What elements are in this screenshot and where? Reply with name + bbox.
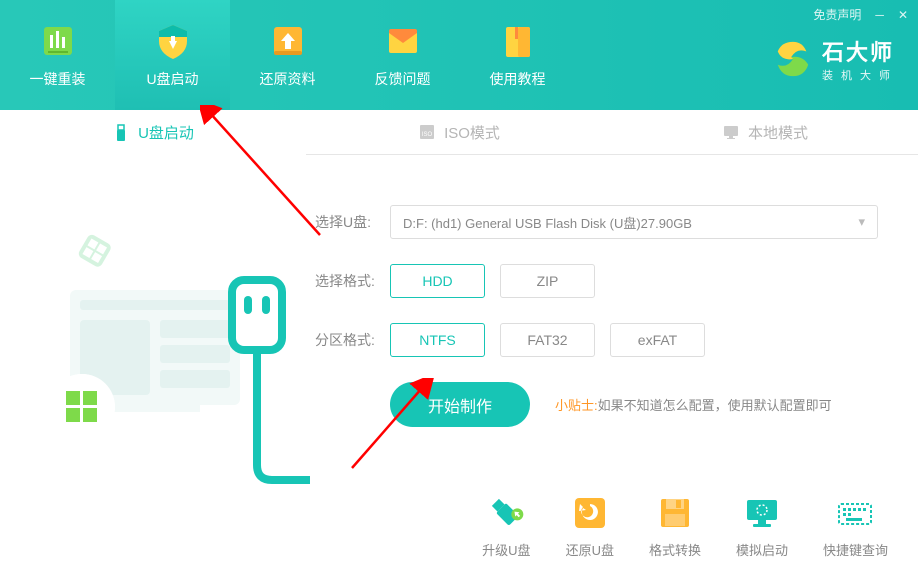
form: 选择U盘: D:F: (hd1) General USB Flash Disk … [310,185,918,485]
tool-label: 还原U盘 [566,540,614,559]
tool-label: 快捷键查询 [823,540,888,559]
close-button[interactable]: ✕ [898,8,908,22]
usb-icon [112,124,130,142]
usb-select[interactable]: D:F: (hd1) General USB Flash Disk (U盘)27… [390,205,878,239]
restore-icon [571,494,609,532]
tab-local[interactable]: 本地模式 [612,110,918,155]
upload-box-icon [268,21,308,61]
bottom-tools: 升级U盘 还原U盘 格式转换 模拟启动 快捷键查询 [482,494,888,559]
shield-icon [153,21,193,61]
partition-ntfs[interactable]: NTFS [390,323,485,357]
iso-icon: ISO [418,123,436,141]
minimize-button[interactable]: ─ [875,8,884,22]
keyboard-icon [836,494,874,532]
nav-label: 反馈问题 [375,69,431,89]
tool-restore-usb[interactable]: 还原U盘 [566,494,614,559]
sub-tabs: U盘启动 ISO ISO模式 本地模式 [0,110,918,155]
monitor-icon [722,123,740,141]
chart-icon [38,21,78,61]
book-icon [498,21,538,61]
usb-select-value: D:F: (hd1) General USB Flash Disk (U盘)27… [403,213,692,232]
tool-label: 升级U盘 [482,540,530,559]
chevron-down-icon: ▾ [858,214,865,230]
window-controls: 免责声明 ─ ✕ [813,6,908,23]
usb-upgrade-icon [487,494,525,532]
format-zip[interactable]: ZIP [500,264,595,298]
tool-label: 模拟启动 [736,540,788,559]
logo-icon [774,40,812,78]
tool-convert[interactable]: 格式转换 [649,494,701,559]
tab-label: U盘启动 [138,122,194,143]
format-hdd[interactable]: HDD [390,264,485,298]
tab-usb-boot[interactable]: U盘启动 [0,110,306,155]
format-label: 选择格式: [315,271,390,291]
save-icon [656,494,694,532]
svg-text:ISO: ISO [422,132,433,138]
nav-label: 还原资料 [260,69,316,89]
tip: 小贴士:如果不知道怎么配置，使用默认配置即可 [555,395,832,414]
nav-reinstall[interactable]: 一键重装 [0,0,115,110]
tab-label: 本地模式 [748,122,808,143]
logo: 石大师 装机大师 [774,35,898,83]
start-button[interactable]: 开始制作 [390,382,530,427]
tab-iso[interactable]: ISO ISO模式 [306,110,612,155]
tab-label: ISO模式 [444,122,500,143]
partition-exfat[interactable]: exFAT [610,323,705,357]
tip-text: 如果不知道怎么配置，使用默认配置即可 [598,398,832,413]
main-nav: 一键重装 U盘启动 还原资料 反馈问题 使用教程 [0,0,575,110]
nav-feedback[interactable]: 反馈问题 [345,0,460,110]
usb-select-label: 选择U盘: [315,212,390,232]
nav-label: U盘启动 [146,69,198,89]
nav-usb-boot[interactable]: U盘启动 [115,0,230,110]
partition-fat32[interactable]: FAT32 [500,323,595,357]
tool-shortcut[interactable]: 快捷键查询 [823,494,888,559]
nav-label: 一键重装 [30,69,86,89]
tool-label: 格式转换 [649,540,701,559]
partition-label: 分区格式: [315,330,390,350]
mail-icon [383,21,423,61]
nav-label: 使用教程 [490,69,546,89]
nav-tutorial[interactable]: 使用教程 [460,0,575,110]
illustration [0,185,310,485]
header: 免责声明 ─ ✕ 一键重装 U盘启动 还原资料 反馈问题 [0,0,918,110]
tool-simulate[interactable]: 模拟启动 [736,494,788,559]
nav-restore[interactable]: 还原资料 [230,0,345,110]
disclaimer-link[interactable]: 免责声明 [813,6,861,23]
logo-subtitle: 装机大师 [822,67,898,83]
tool-upgrade-usb[interactable]: 升级U盘 [482,494,530,559]
content: 选择U盘: D:F: (hd1) General USB Flash Disk … [0,155,918,485]
logo-title: 石大师 [822,35,898,67]
monitor-icon [743,494,781,532]
tip-label: 小贴士: [555,398,598,413]
